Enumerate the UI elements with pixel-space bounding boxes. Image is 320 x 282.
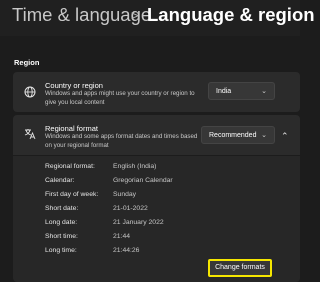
page-title: Language & region [147, 4, 315, 25]
regional-format-selected-value: Recommended [209, 132, 257, 139]
regional-format-icon [24, 129, 36, 140]
format-value: 21:44:26 [113, 247, 140, 254]
page-header: Time & language > Language & region [0, 0, 315, 36]
format-label: Regional format: [45, 163, 95, 170]
format-value: Gregorian Calendar [113, 177, 173, 184]
format-label: Long date: [45, 219, 78, 226]
format-label: Short time: [45, 233, 78, 240]
regional-format-description: Windows and some apps format dates and t… [45, 133, 198, 149]
country-description: Windows and apps might use your country … [45, 90, 195, 106]
format-value: Sunday [113, 191, 137, 198]
chevron-down-icon: ⌄ [261, 132, 267, 139]
section-label-region: Region [14, 58, 40, 67]
chevron-up-icon[interactable]: ⌃ [281, 131, 289, 142]
change-formats-button[interactable]: Change formats [208, 259, 272, 277]
globe-icon [24, 86, 36, 98]
format-label: Long time: [45, 247, 77, 254]
chevron-down-icon: ⌄ [261, 88, 267, 95]
country-title: Country or region [45, 81, 103, 90]
format-value: 21:44 [113, 233, 131, 240]
country-or-region-card: Country or region Windows and apps might… [13, 72, 300, 112]
breadcrumb-separator: > [131, 8, 139, 23]
country-select[interactable]: India ⌄ [208, 82, 275, 100]
country-selected-value: India [216, 88, 232, 95]
regional-format-select[interactable]: Recommended ⌄ [201, 126, 275, 144]
format-label: Calendar: [45, 177, 75, 184]
format-label: First day of week: [45, 191, 99, 198]
format-value: 21-01-2022 [113, 205, 148, 212]
regional-format-card[interactable]: Regional format Windows and some apps fo… [13, 115, 300, 155]
format-value: 21 January 2022 [113, 219, 164, 226]
regional-format-title: Regional format [45, 124, 98, 133]
format-label: Short date: [45, 205, 79, 212]
format-value: English (India) [113, 163, 157, 170]
